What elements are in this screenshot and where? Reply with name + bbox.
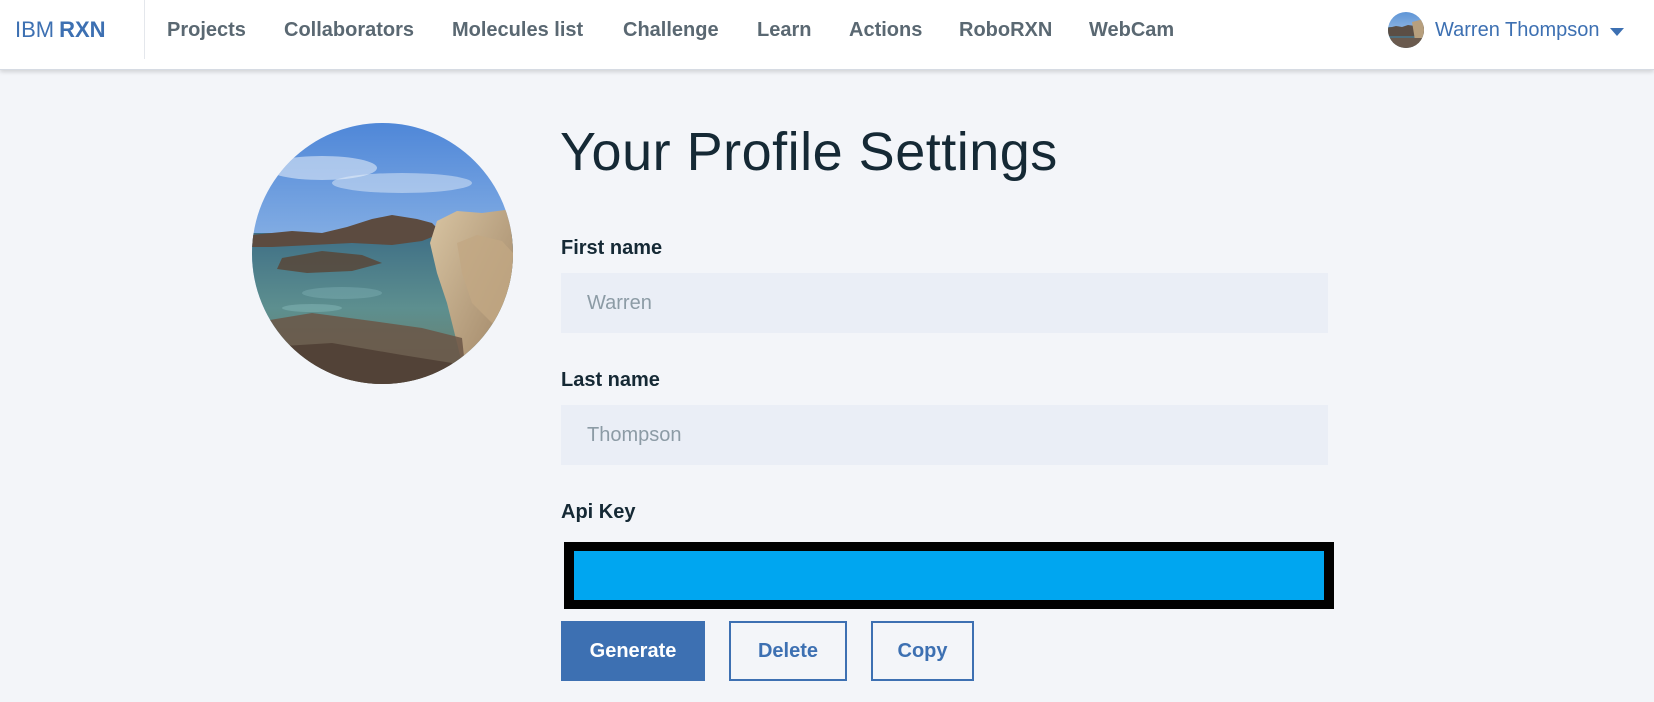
top-navigation-bar: IBM RXN Projects Collaborators Molecules … [0,0,1654,70]
nav-item-learn[interactable]: Learn [757,17,811,43]
user-menu[interactable]: Warren Thompson [1388,11,1624,49]
avatar [1388,12,1424,48]
user-name: Warren Thompson [1435,18,1600,41]
brand-prefix: IBM [15,17,55,42]
profile-picture [252,123,513,384]
api-key-redaction-box [564,542,1334,609]
api-key-field[interactable] [574,551,1324,600]
generate-button[interactable]: Generate [561,621,705,681]
last-name-field[interactable] [561,405,1328,465]
last-name-label: Last name [561,369,660,391]
nav-item-challenge[interactable]: Challenge [623,17,719,43]
page-title: Your Profile Settings [560,122,1058,182]
brand-divider [144,0,145,59]
copy-button[interactable]: Copy [871,621,974,681]
first-name-label: First name [561,237,663,259]
first-name-field[interactable] [561,273,1328,333]
nav-item-webcam[interactable]: WebCam [1089,17,1174,43]
brand-name: RXN [59,17,106,42]
brand-logo[interactable]: IBM RXN [15,16,106,44]
nav-item-molecules-list[interactable]: Molecules list [452,17,583,43]
nav-item-projects[interactable]: Projects [167,17,246,43]
nav-item-collaborators[interactable]: Collaborators [284,17,414,43]
delete-button[interactable]: Delete [729,621,847,681]
nav-item-roborxn[interactable]: RoboRXN [959,17,1052,43]
api-key-label: Api Key [561,501,636,523]
chevron-down-icon [1609,28,1624,36]
nav-item-actions[interactable]: Actions [849,17,922,43]
